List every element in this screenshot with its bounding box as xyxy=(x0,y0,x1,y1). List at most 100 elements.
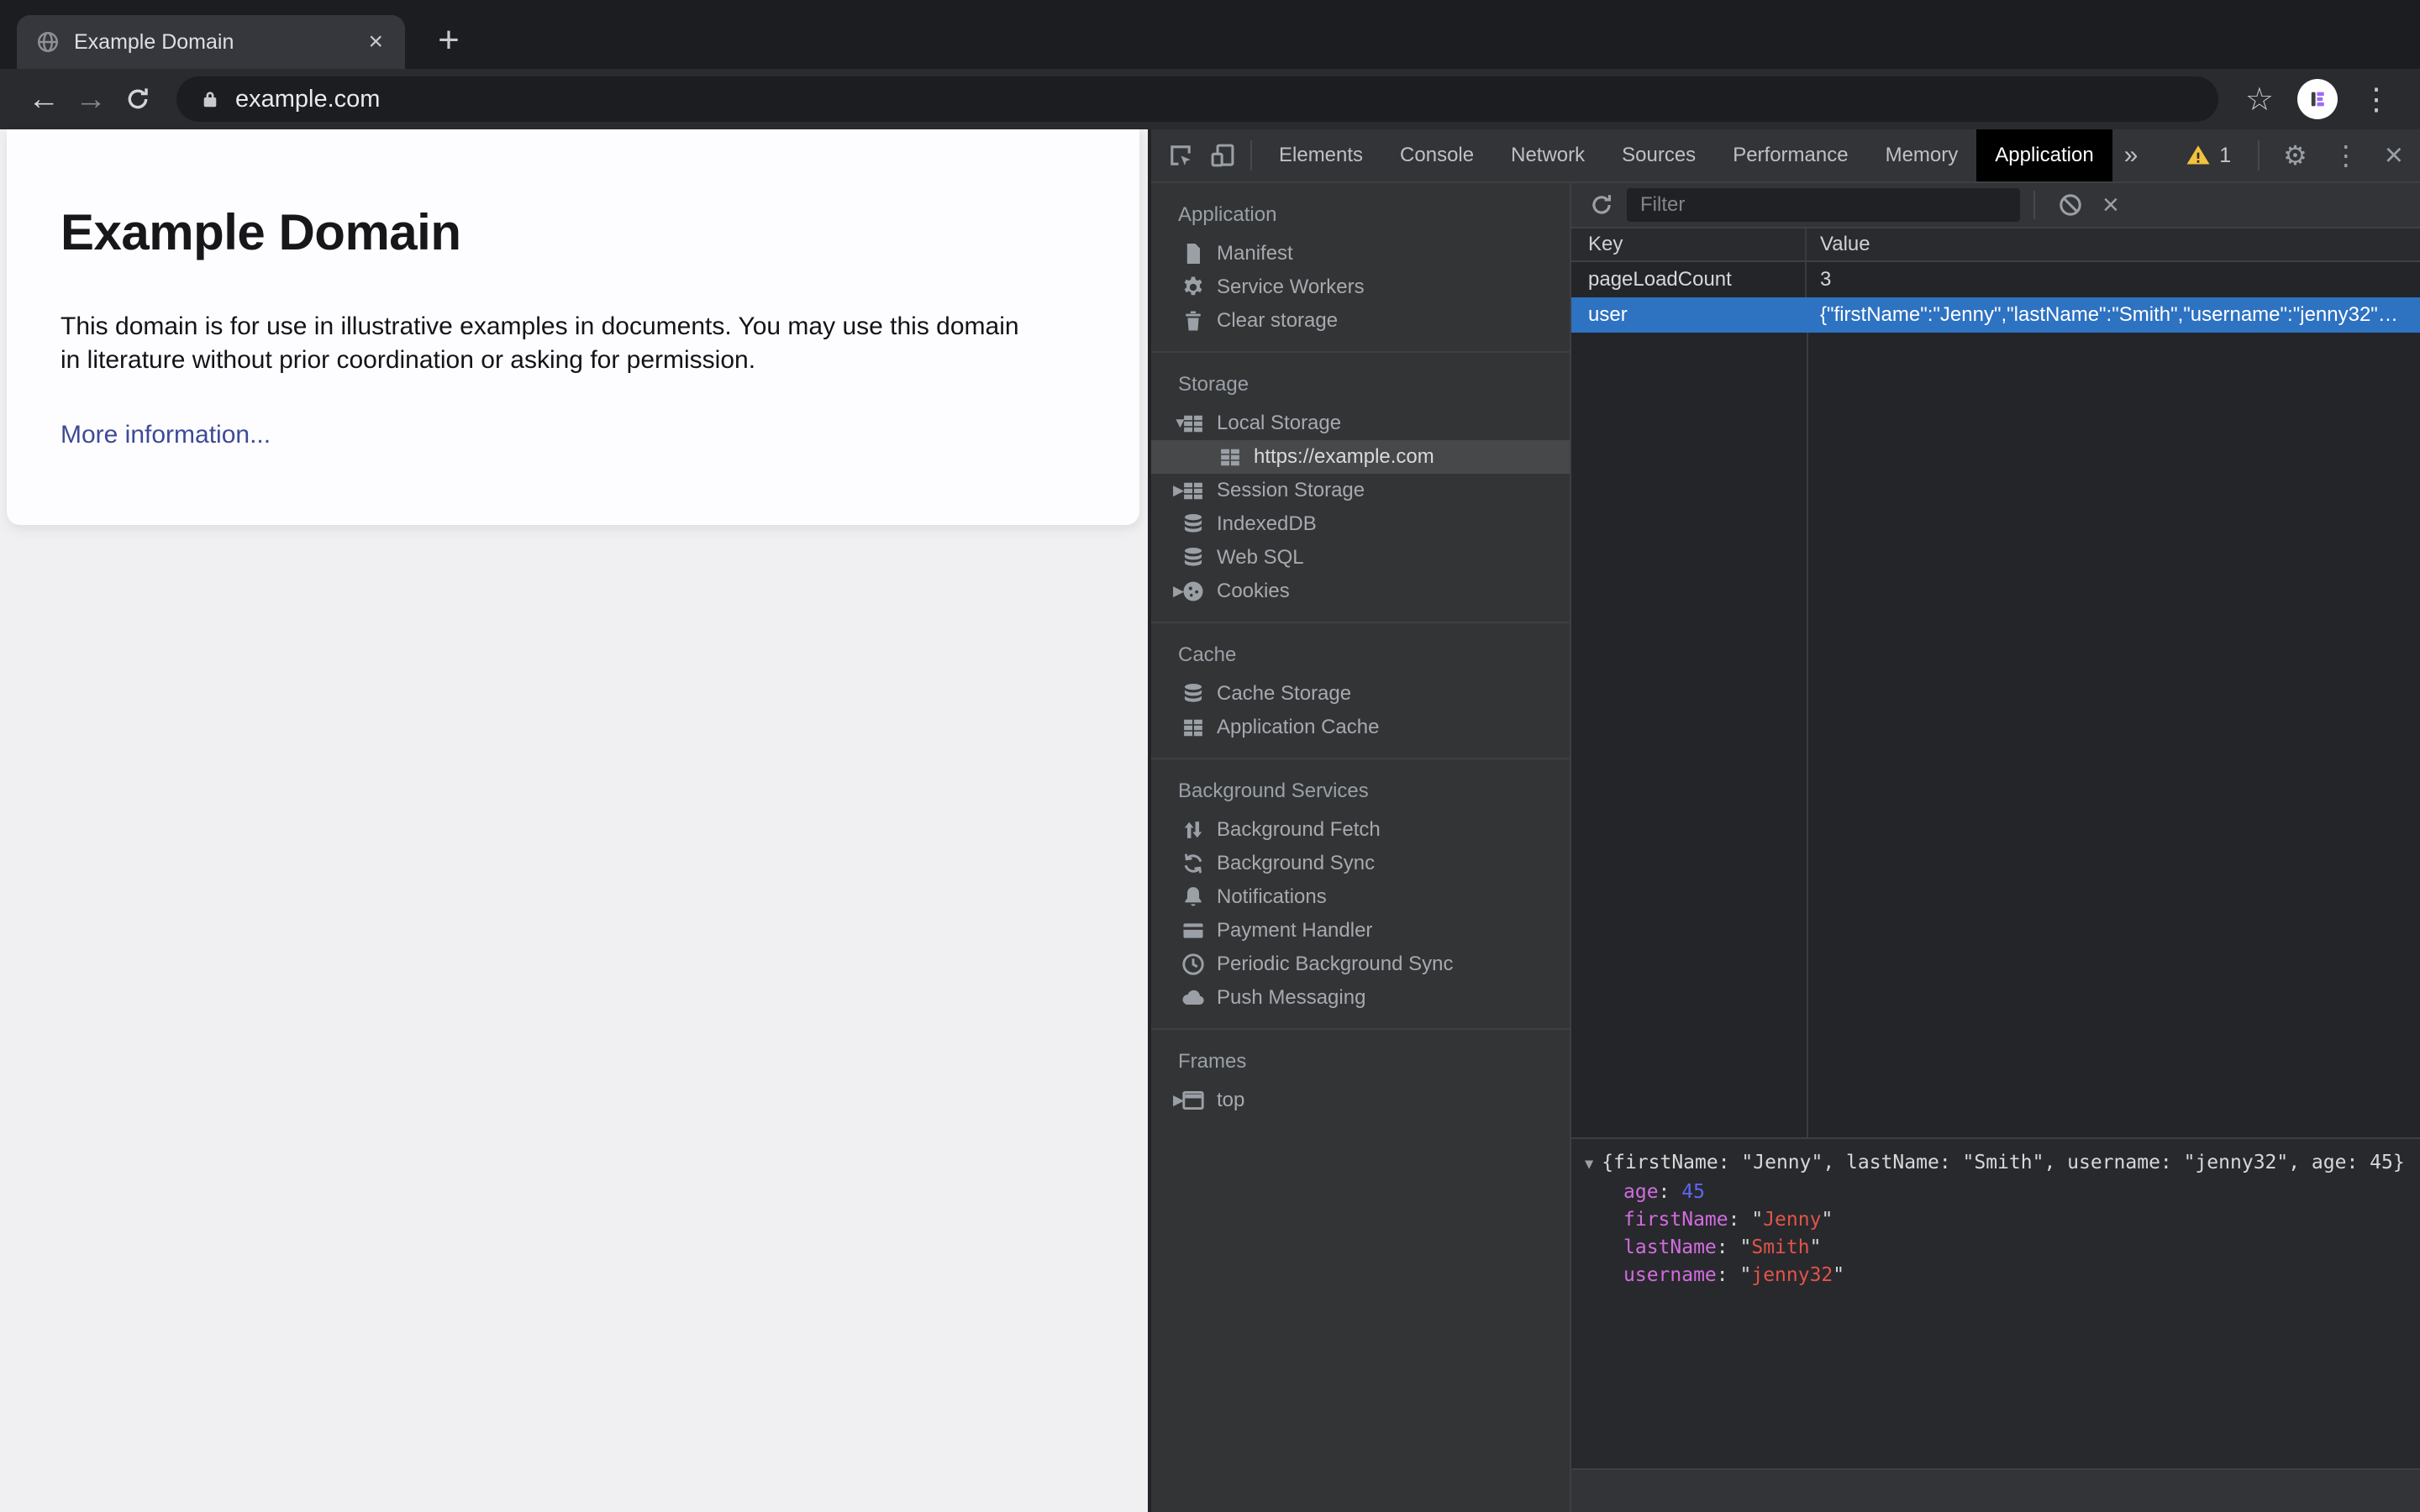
bell-icon xyxy=(1180,884,1207,911)
storage-row-user[interactable]: user {"firstName":"Jenny","lastName":"Smi… xyxy=(1571,297,2420,333)
sidebar-item-label: top xyxy=(1217,1089,1245,1111)
filter-input[interactable] xyxy=(1627,188,2020,222)
doc-icon xyxy=(1180,240,1207,267)
page-heading: Example Domain xyxy=(60,204,461,260)
sidebar-item-application-cache[interactable]: Application Cache xyxy=(1151,711,1570,744)
sidebar-item-background-sync[interactable]: Background Sync xyxy=(1151,847,1570,880)
column-header-key[interactable]: Key xyxy=(1571,228,1807,260)
browser-menu-icon[interactable]: ⋮ xyxy=(2361,81,2391,117)
storage-toolbar: × xyxy=(1571,183,2420,228)
url-text: example.com xyxy=(235,85,381,113)
device-toolbar-icon[interactable] xyxy=(1208,141,1237,170)
preview-property-username[interactable]: username: "jenny32" xyxy=(1585,1262,2420,1289)
tab-close-icon[interactable]: × xyxy=(365,26,387,58)
tree-expander-icon[interactable]: ▶ xyxy=(1151,482,1184,499)
bookmark-star-icon[interactable]: ☆ xyxy=(2245,81,2274,118)
storage-row-key: pageLoadCount xyxy=(1571,262,1807,297)
frame-icon xyxy=(1180,1087,1207,1114)
preview-property-age[interactable]: age: 45 xyxy=(1585,1179,2420,1206)
sidebar-item-label: Service Workers xyxy=(1217,276,1365,298)
preview-property-lastname[interactable]: lastName: "Smith" xyxy=(1585,1234,2420,1262)
property-name: username xyxy=(1623,1264,1717,1286)
storage-row-value: 3 xyxy=(1820,268,1832,291)
cloud-icon xyxy=(1180,984,1207,1011)
reload-button[interactable] xyxy=(114,85,161,113)
browser-tab[interactable]: Example Domain × xyxy=(17,15,405,69)
sidebar-item-label: https://example.com xyxy=(1254,445,1434,468)
storage-table-empty-area[interactable] xyxy=(1571,333,2420,1137)
sidebar-item-cookies[interactable]: ▶ Cookies xyxy=(1151,575,1570,608)
tree-expander-icon[interactable]: ▶ xyxy=(1151,583,1184,600)
sidebar-item-label: Cookies xyxy=(1217,580,1290,602)
sidebar-item-clear-storage[interactable]: Clear storage xyxy=(1151,304,1570,338)
storage-row-value: {"firstName":"Jenny","lastName":"Smith",… xyxy=(1820,303,2398,326)
example-domain-card: Example Domain This domain is for use in… xyxy=(7,129,1139,525)
profile-avatar[interactable] xyxy=(2297,79,2338,119)
sidebar-item-background-fetch[interactable]: Background Fetch xyxy=(1151,813,1570,847)
sidebar-item-payment-handler[interactable]: Payment Handler xyxy=(1151,914,1570,948)
sidebar-section-background-services: Background Services Background Fetch Backg… xyxy=(1151,759,1570,1030)
forward-button[interactable]: → xyxy=(67,81,114,118)
sidebar-item-service-workers[interactable]: Service Workers xyxy=(1151,270,1570,304)
delete-selected-icon[interactable]: × xyxy=(2102,191,2119,219)
sidebar-item-push-messaging[interactable]: Push Messaging xyxy=(1151,981,1570,1015)
sidebar-item-manifest[interactable]: Manifest xyxy=(1151,237,1570,270)
address-bar[interactable]: example.com xyxy=(176,76,2218,122)
sidebar-item-session-storage[interactable]: ▶ Session Storage xyxy=(1151,474,1570,507)
inspect-element-icon[interactable] xyxy=(1166,141,1195,170)
sidebar-section-cache: Cache Cache Storage Application Cache xyxy=(1151,623,1570,759)
warning-badge[interactable]: 1 xyxy=(2186,143,2231,168)
tree-expander-icon[interactable]: ▶ xyxy=(1151,1092,1184,1109)
devtools-tab-performance[interactable]: Performance xyxy=(1714,129,1866,181)
sidebar-section-title: Cache xyxy=(1178,643,1237,666)
column-header-value[interactable]: Value xyxy=(1807,228,2420,260)
preview-property-firstname[interactable]: firstName: "Jenny" xyxy=(1585,1206,2420,1234)
sidebar-item-label: IndexedDB xyxy=(1217,512,1317,535)
sidebar-item-label: Clear storage xyxy=(1217,309,1339,332)
devtools-close-icon[interactable]: × xyxy=(2385,138,2403,174)
sidebar-item-https-example-com[interactable]: https://example.com xyxy=(1151,440,1570,474)
sidebar-item-top[interactable]: ▶ top xyxy=(1151,1084,1570,1117)
devtools-footer-strip xyxy=(1571,1468,2420,1512)
expand-caret-icon[interactable]: ▼ xyxy=(1585,1156,1593,1173)
clear-all-icon[interactable] xyxy=(2057,192,2084,218)
clock-icon xyxy=(1180,951,1207,978)
database-icon xyxy=(1180,511,1207,538)
sidebar-item-notifications[interactable]: Notifications xyxy=(1151,880,1570,914)
storage-row-pageloadcount[interactable]: pageLoadCount 3 xyxy=(1571,262,2420,297)
sidebar-item-web-sql[interactable]: Web SQL xyxy=(1151,541,1570,575)
devtools-tab-memory[interactable]: Memory xyxy=(1867,129,1977,181)
column-divider xyxy=(1807,333,1808,1137)
devtools-menu-icon[interactable]: ⋮ xyxy=(2333,139,2360,171)
devtools-tab-elements[interactable]: Elements xyxy=(1260,129,1381,181)
devtools-tab-bar: Elements Console Network Sources Performance… xyxy=(1151,129,2420,183)
preview-summary-line[interactable]: ▼ {firstName: "Jenny", lastName: "Smith",… xyxy=(1585,1149,2420,1179)
back-button[interactable]: ← xyxy=(20,81,67,118)
browser-tab-strip: Example Domain × + xyxy=(0,0,2420,69)
devtools-tab-network[interactable]: Network xyxy=(1492,129,1603,181)
database-icon xyxy=(1180,680,1207,707)
devtools-tab-console[interactable]: Console xyxy=(1381,129,1492,181)
tree-expander-icon[interactable]: ▼ xyxy=(1151,415,1187,432)
sidebar-item-indexeddb[interactable]: IndexedDB xyxy=(1151,507,1570,541)
devtools-tab-application[interactable]: Application xyxy=(1976,129,2112,181)
more-panels-icon[interactable]: » xyxy=(2112,129,2150,181)
sidebar-item-label: Background Fetch xyxy=(1217,818,1381,841)
devtools-tab-sources[interactable]: Sources xyxy=(1603,129,1714,181)
property-name: lastName xyxy=(1623,1236,1717,1258)
sidebar-section-title: Storage xyxy=(1178,373,1249,396)
new-tab-button[interactable]: + xyxy=(427,18,471,62)
toolbar-divider xyxy=(2033,191,2035,219)
settings-gear-icon[interactable]: ⚙ xyxy=(2283,139,2307,171)
refresh-icon[interactable] xyxy=(1588,192,1615,218)
property-name: firstName xyxy=(1623,1209,1728,1231)
sidebar-section-application: Application Manifest Service Workers Clear … xyxy=(1151,183,1570,353)
sidebar-item-cache-storage[interactable]: Cache Storage xyxy=(1151,677,1570,711)
sidebar-item-local-storage[interactable]: ▼ Local Storage xyxy=(1151,407,1570,440)
sidebar-item-periodic-background-sync[interactable]: Periodic Background Sync xyxy=(1151,948,1570,981)
more-information-link[interactable]: More information... xyxy=(60,421,271,449)
cookie-icon xyxy=(1180,578,1207,605)
sidebar-section-frames: Frames ▶ top xyxy=(1151,1030,1570,1131)
page-paragraph: This domain is for use in illustrative e… xyxy=(60,312,1019,374)
sidebar-section-title: Background Services xyxy=(1178,780,1369,802)
